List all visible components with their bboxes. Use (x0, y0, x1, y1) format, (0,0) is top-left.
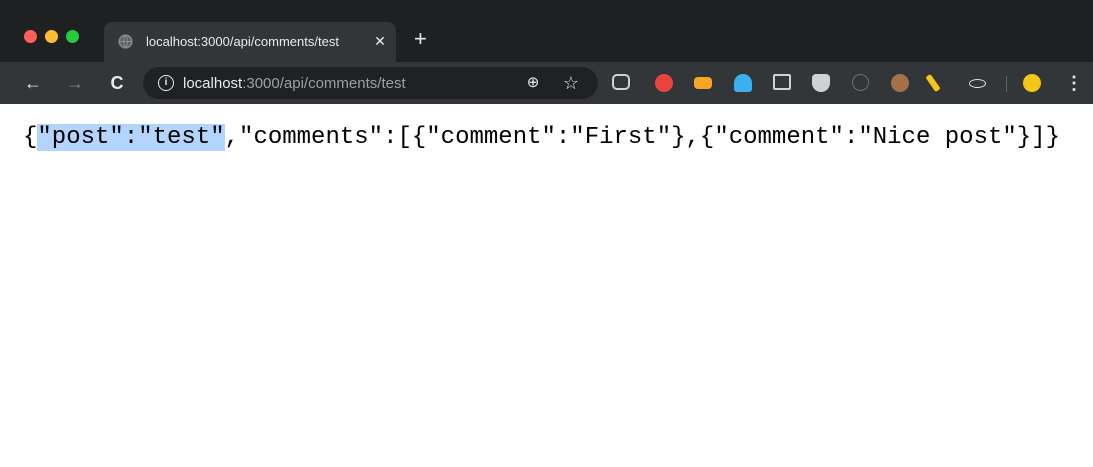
back-button[interactable]: ← (22, 72, 44, 94)
globe-icon (118, 34, 133, 49)
tab-active[interactable]: localhost:3000/api/comments/test ✕ (104, 22, 396, 62)
ghost-icon[interactable] (734, 74, 752, 92)
avatar[interactable] (1023, 74, 1041, 92)
page-content: {"post":"test","comments":[{"comment":"F… (0, 104, 1093, 467)
shield-icon[interactable] (655, 74, 673, 92)
selected-text: "post":"test" (37, 124, 225, 151)
css-pencil-icon[interactable] (925, 73, 941, 93)
window-maximize-button[interactable] (66, 30, 79, 43)
window-minimize-button[interactable] (45, 30, 58, 43)
tab-strip: localhost:3000/api/comments/test ✕ + (0, 0, 1093, 62)
reload-button[interactable]: C (106, 72, 128, 94)
address-bar[interactable]: i localhost:3000/api/comments/test ⊕ ☆ (143, 67, 598, 99)
plus-icon[interactable]: + (414, 28, 427, 50)
json-response: {"post":"test","comments":[{"comment":"F… (23, 122, 1088, 154)
ublock-icon[interactable] (812, 74, 830, 92)
close-icon[interactable]: ✕ (370, 31, 390, 51)
json-rest: ,"comments":[{"comment":"First"},{"comme… (224, 124, 1060, 151)
reader-icon[interactable] (773, 74, 791, 90)
menu-icon[interactable]: ⋮ (1063, 72, 1085, 94)
react-icon[interactable] (969, 79, 986, 88)
tab-title: localhost:3000/api/comments/test (146, 34, 339, 49)
info-icon[interactable]: i (158, 75, 174, 91)
cookie-icon[interactable] (891, 74, 909, 92)
pocket-icon[interactable] (612, 74, 630, 90)
json-open-brace: { (23, 124, 38, 151)
window-close-button[interactable] (24, 30, 37, 43)
extension-orange-icon[interactable] (694, 77, 712, 89)
star-icon[interactable]: ☆ (561, 73, 581, 93)
toolbar: ← → C i localhost:3000/api/comments/test… (0, 62, 1093, 104)
zoom-icon[interactable]: ⊕ (523, 73, 543, 93)
toolbar-separator (1006, 76, 1007, 92)
forward-button[interactable]: → (64, 72, 86, 94)
info-circle-icon[interactable] (852, 74, 869, 91)
browser-window: localhost:3000/api/comments/test ✕ + ← →… (0, 0, 1093, 467)
url-text[interactable]: localhost:3000/api/comments/test (183, 75, 406, 92)
